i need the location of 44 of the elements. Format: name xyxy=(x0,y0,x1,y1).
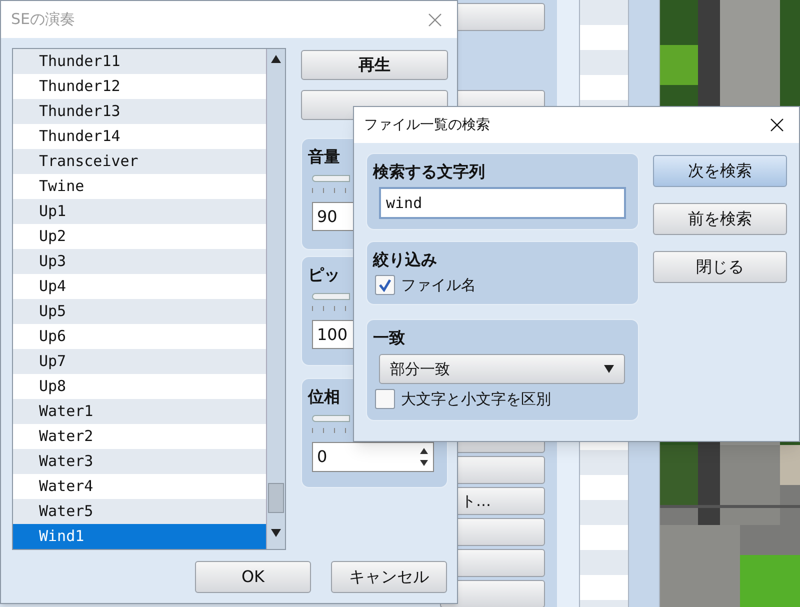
group-label: 検索する文字列 xyxy=(373,162,485,182)
pan-spin-field[interactable]: 0 xyxy=(312,442,434,472)
group-label: ピッ xyxy=(308,265,340,285)
list-item[interactable]: Water3 xyxy=(13,449,266,474)
list-item[interactable]: Up3 xyxy=(13,249,266,274)
close-icon[interactable] xyxy=(770,118,784,132)
checkbox-label[interactable]: 大文字と小文字を区別 xyxy=(401,388,551,410)
checkbox[interactable] xyxy=(375,389,395,410)
list-item[interactable]: Thunder13 xyxy=(13,99,266,124)
group-label: 音量 xyxy=(308,147,340,167)
search-dialog-button[interactable]: 次を検索 xyxy=(653,155,787,187)
slider-track[interactable] xyxy=(312,175,350,182)
window-title: SEの演奏 xyxy=(11,9,75,30)
list-item[interactable]: Transceiver xyxy=(13,149,266,174)
dialog-button[interactable]: OK xyxy=(195,561,311,593)
file-list[interactable]: Thunder11 Thunder12 Thunder13 Thunder14 Transceiver Twine Up1 Up2 Up3 Up4 Up5 Up6 Up7 Up8 Water1 Water2 Water3 Water4 Water5 Wind1 xyxy=(12,48,286,550)
group-label: 一致 xyxy=(373,328,405,348)
list-item[interactable]: Wind1 xyxy=(13,524,266,549)
dropdown-caret-icon xyxy=(604,365,614,373)
scrollbar[interactable] xyxy=(266,49,285,549)
match-dropdown[interactable]: 部分一致 xyxy=(379,354,625,384)
spin-arrows-icon[interactable] xyxy=(419,446,429,468)
slider-track[interactable] xyxy=(312,293,350,300)
group-label: 位相 xyxy=(308,387,340,407)
list-item[interactable]: Up7 xyxy=(13,349,266,374)
checkbox-label[interactable]: ファイル名 xyxy=(401,274,476,296)
search-dialog-button[interactable]: 閉じる xyxy=(653,251,787,283)
pan-value: 0 xyxy=(317,446,328,468)
list-item[interactable]: Thunder11 xyxy=(13,49,266,74)
list-item[interactable]: Water5 xyxy=(13,499,266,524)
scroll-thumb[interactable] xyxy=(268,483,284,513)
dialog-button[interactable]: キャンセル xyxy=(331,561,447,593)
list-item[interactable]: Up1 xyxy=(13,199,266,224)
list-item[interactable]: Water1 xyxy=(13,399,266,424)
search-field[interactable]: wind xyxy=(379,187,626,219)
play-button[interactable]: 再生 xyxy=(301,50,448,80)
check-icon xyxy=(378,278,392,292)
search-dialog-button[interactable]: 前を検索 xyxy=(653,203,787,235)
slider-track[interactable] xyxy=(312,415,350,422)
dropdown-value: 部分一致 xyxy=(390,358,450,380)
checkbox[interactable] xyxy=(375,275,395,296)
window-title: ファイル一覧の検索 xyxy=(364,116,490,134)
list-item[interactable]: Up5 xyxy=(13,299,266,324)
group-label: 絞り込み xyxy=(373,250,437,270)
